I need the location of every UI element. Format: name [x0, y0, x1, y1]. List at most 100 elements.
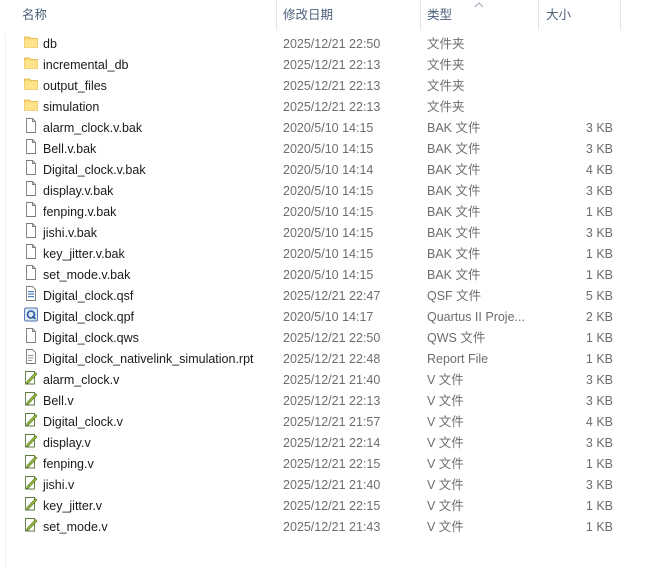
file-icon	[24, 181, 38, 196]
file-row[interactable]: Digital_clock.v.bak 2020/5/10 14:14 BAK 文件…	[0, 160, 670, 181]
folder-icon	[24, 76, 38, 91]
file-row[interactable]: key_jitter.v 2025/12/21 22:15 V 文件 1 KB	[0, 496, 670, 517]
file-row[interactable]: db 2025/12/21 22:50 文件夹	[0, 34, 670, 55]
file-date: 2020/5/10 14:17	[283, 310, 374, 324]
file-row[interactable]: fenping.v 2025/12/21 22:15 V 文件 1 KB	[0, 454, 670, 475]
file-icon	[24, 139, 38, 154]
column-header-date[interactable]: 修改日期	[283, 0, 333, 30]
file-name: jishi.v	[43, 478, 75, 492]
file-date: 2020/5/10 14:15	[283, 121, 374, 135]
verilog-file-icon	[24, 391, 38, 406]
file-row[interactable]: set_mode.v 2025/12/21 21:43 V 文件 1 KB	[0, 517, 670, 538]
file-row[interactable]: Bell.v 2025/12/21 22:13 V 文件 3 KB	[0, 391, 670, 412]
file-size: 3 KB	[585, 142, 613, 156]
file-row[interactable]: display.v 2025/12/21 22:14 V 文件 3 KB	[0, 433, 670, 454]
file-type: QSF 文件	[427, 289, 482, 303]
file-name: display.v	[43, 436, 91, 450]
file-row[interactable]: jishi.v 2025/12/21 21:40 V 文件 3 KB	[0, 475, 670, 496]
file-name: Bell.v	[43, 394, 74, 408]
file-type: 文件夹	[427, 37, 465, 51]
file-row[interactable]: display.v.bak 2020/5/10 14:15 BAK 文件 3 KB	[0, 181, 670, 202]
file-type: Quartus II Proje...	[427, 310, 525, 324]
file-row[interactable]: incremental_db 2025/12/21 22:13 文件夹	[0, 55, 670, 76]
file-date: 2020/5/10 14:14	[283, 163, 374, 177]
file-row[interactable]: Bell.v.bak 2020/5/10 14:15 BAK 文件 3 KB	[0, 139, 670, 160]
file-type: BAK 文件	[427, 121, 481, 135]
file-date: 2020/5/10 14:15	[283, 226, 374, 240]
file-row[interactable]: Digital_clock.qpf 2020/5/10 14:17 Quartus …	[0, 307, 670, 328]
file-row[interactable]: fenping.v.bak 2020/5/10 14:15 BAK 文件 1 KB	[0, 202, 670, 223]
file-date: 2025/12/21 22:13	[283, 58, 381, 72]
file-size: 3 KB	[585, 226, 613, 240]
report-file-icon	[24, 349, 38, 364]
file-type: V 文件	[427, 520, 464, 534]
verilog-file-icon	[24, 496, 38, 511]
verilog-file-icon	[24, 475, 38, 490]
file-name: alarm_clock.v.bak	[43, 121, 143, 135]
file-row[interactable]: Digital_clock_nativelink_simulation.rpt 2…	[0, 349, 670, 370]
file-name: set_mode.v.bak	[43, 268, 131, 282]
file-name: key_jitter.v.bak	[43, 247, 125, 261]
file-row[interactable]: output_files 2025/12/21 22:13 文件夹	[0, 76, 670, 97]
file-date: 2025/12/21 22:14	[283, 436, 381, 450]
column-header-size[interactable]: 大小	[546, 0, 571, 30]
file-size: 1 KB	[585, 520, 613, 534]
file-size: 5 KB	[585, 289, 613, 303]
file-size: 1 KB	[585, 499, 613, 513]
file-name: incremental_db	[43, 58, 129, 72]
file-row[interactable]: alarm_clock.v.bak 2020/5/10 14:15 BAK 文件 3 …	[0, 118, 670, 139]
file-row[interactable]: key_jitter.v.bak 2020/5/10 14:15 BAK 文件 1 K…	[0, 244, 670, 265]
file-row[interactable]: Digital_clock.qsf 2025/12/21 22:47 QSF 文件 5…	[0, 286, 670, 307]
file-type: BAK 文件	[427, 184, 481, 198]
file-date: 2025/12/21 21:40	[283, 478, 381, 492]
file-type: V 文件	[427, 436, 464, 450]
file-date: 2025/12/21 21:40	[283, 373, 381, 387]
file-row[interactable]: set_mode.v.bak 2020/5/10 14:15 BAK 文件 1 KB	[0, 265, 670, 286]
file-type: V 文件	[427, 415, 464, 429]
file-size: 3 KB	[585, 121, 613, 135]
sort-up-icon	[474, 2, 484, 8]
file-type: 文件夹	[427, 58, 465, 72]
file-row[interactable]: jishi.v.bak 2020/5/10 14:15 BAK 文件 3 KB	[0, 223, 670, 244]
file-date: 2020/5/10 14:15	[283, 247, 374, 261]
file-name: Digital_clock.v	[43, 415, 123, 429]
file-date: 2020/5/10 14:15	[283, 184, 374, 198]
file-size: 3 KB	[585, 394, 613, 408]
column-divider[interactable]	[420, 0, 421, 30]
file-date: 2025/12/21 22:15	[283, 499, 381, 513]
column-header-name[interactable]: 名称	[22, 0, 47, 30]
file-date: 2025/12/21 22:47	[283, 289, 381, 303]
file-size: 4 KB	[585, 163, 613, 177]
file-type: BAK 文件	[427, 226, 481, 240]
file-date: 2020/5/10 14:15	[283, 205, 374, 219]
file-icon	[24, 202, 38, 217]
file-name: simulation	[43, 100, 100, 114]
file-row[interactable]: Digital_clock.v 2025/12/21 21:57 V 文件 4 KB	[0, 412, 670, 433]
file-size: 3 KB	[585, 373, 613, 387]
file-row[interactable]: alarm_clock.v 2025/12/21 21:40 V 文件 3 KB	[0, 370, 670, 391]
file-type: BAK 文件	[427, 268, 481, 282]
file-name: db	[43, 37, 57, 51]
file-icon	[24, 160, 38, 175]
file-type: V 文件	[427, 373, 464, 387]
file-name: alarm_clock.v	[43, 373, 120, 387]
file-date: 2025/12/21 22:48	[283, 352, 381, 366]
file-row[interactable]: Digital_clock.qws 2025/12/21 22:50 QWS 文件 1…	[0, 328, 670, 349]
column-header-bar: 名称 修改日期 类型 大小	[0, 0, 670, 30]
column-header-type[interactable]: 类型	[427, 0, 452, 30]
column-divider[interactable]	[538, 0, 539, 30]
settings-file-icon	[24, 286, 38, 301]
file-date: 2025/12/21 22:50	[283, 37, 381, 51]
file-date: 2025/12/21 22:15	[283, 457, 381, 471]
file-name: fenping.v.bak	[43, 205, 117, 219]
file-name: display.v.bak	[43, 184, 114, 198]
column-divider[interactable]	[276, 0, 277, 30]
file-type: BAK 文件	[427, 163, 481, 177]
file-size: 1 KB	[585, 457, 613, 471]
verilog-file-icon	[24, 370, 38, 385]
file-size: 1 KB	[585, 247, 613, 261]
file-size: 1 KB	[585, 331, 613, 345]
file-type: V 文件	[427, 499, 464, 513]
file-row[interactable]: simulation 2025/12/21 22:13 文件夹	[0, 97, 670, 118]
column-divider[interactable]	[620, 0, 621, 30]
